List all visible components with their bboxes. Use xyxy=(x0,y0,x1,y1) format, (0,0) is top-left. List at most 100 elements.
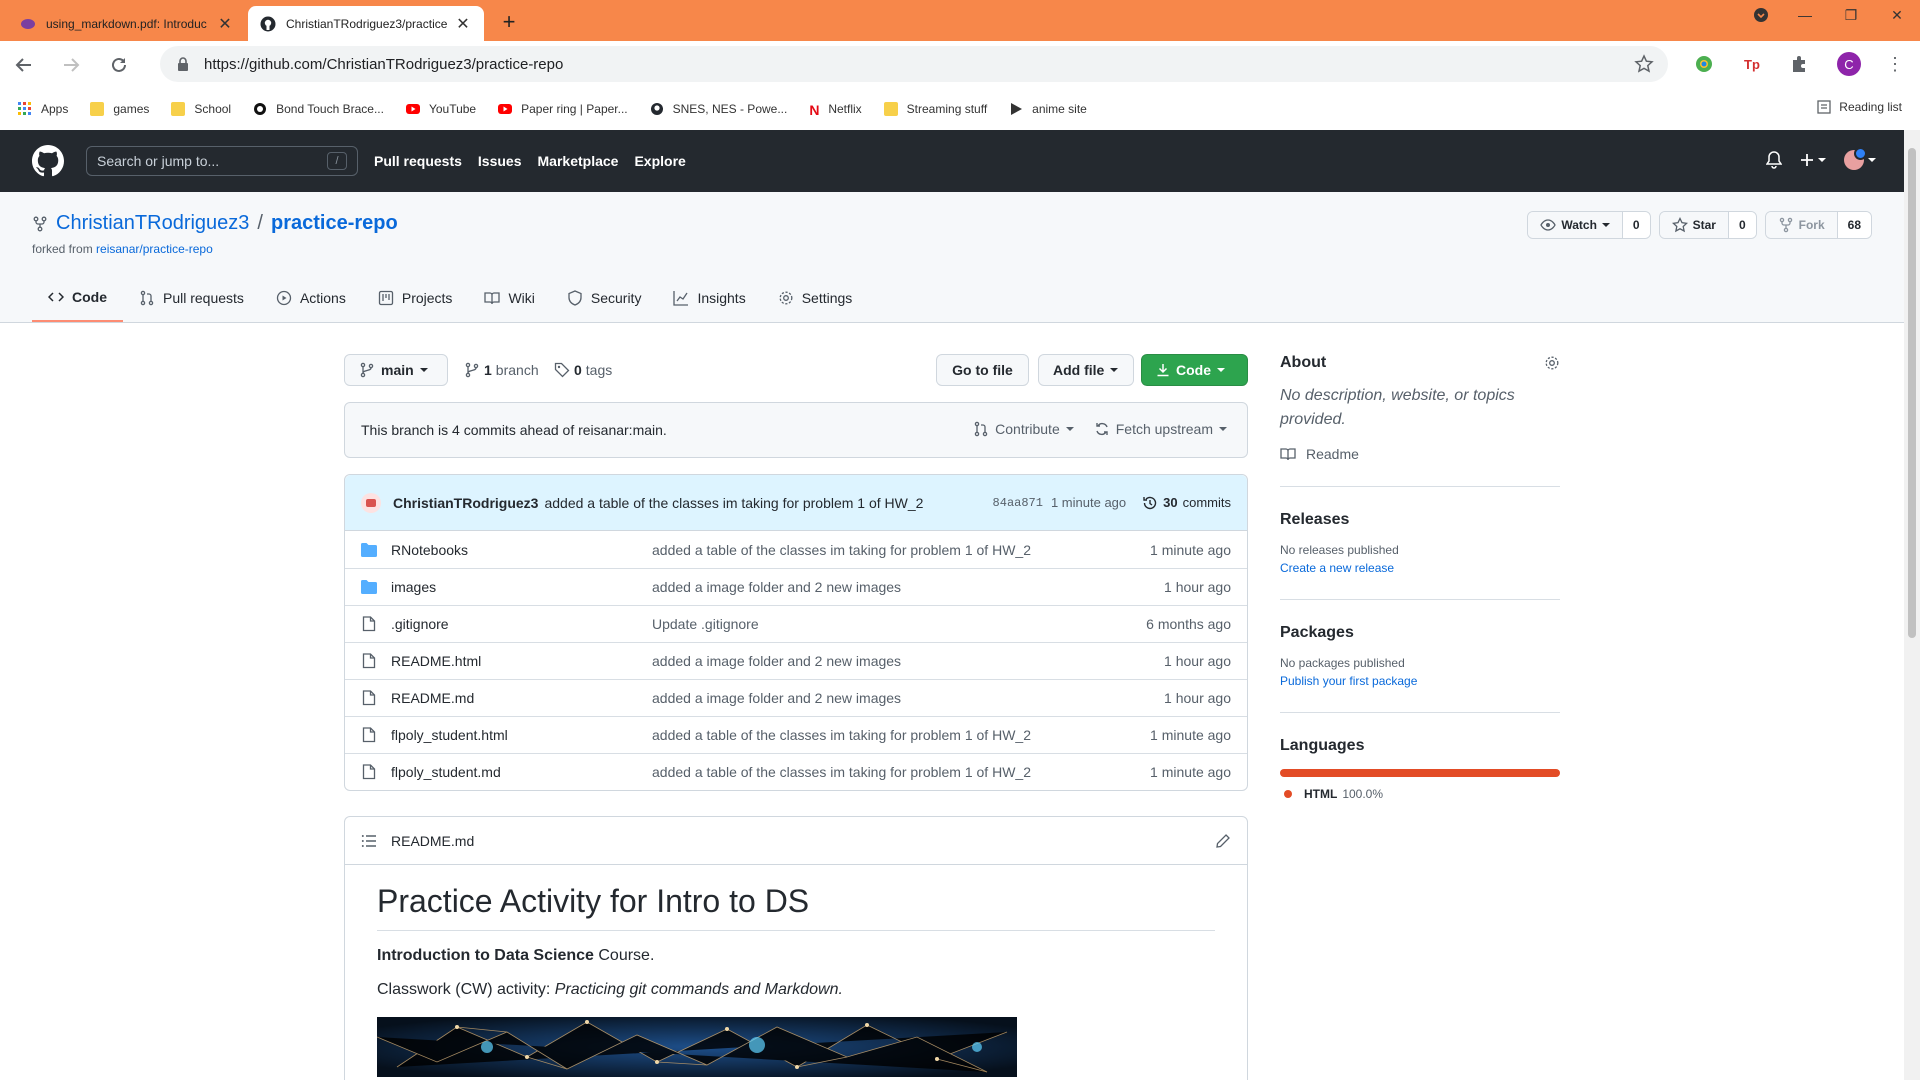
browser-tab-github[interactable]: ChristianTRodriguez3/practice ✕ xyxy=(248,6,484,41)
scrollbar-thumb[interactable] xyxy=(1908,148,1916,638)
go-to-file-button[interactable]: Go to file xyxy=(936,354,1029,386)
repo-name-link[interactable]: practice-repo xyxy=(271,212,398,235)
reading-list-button[interactable]: Reading list xyxy=(1817,100,1902,114)
tab-actions[interactable]: Actions xyxy=(260,274,362,322)
search-input[interactable]: Search or jump to... / xyxy=(86,146,358,176)
watch-count[interactable]: 0 xyxy=(1621,212,1650,238)
add-file-button[interactable]: Add file xyxy=(1038,354,1134,386)
table-row[interactable]: images added a image folder and 2 new im… xyxy=(345,568,1247,605)
file-name-link[interactable]: README.html xyxy=(391,653,652,669)
bookmark-paper-ring[interactable]: Paper ring | Paper... xyxy=(498,102,628,116)
watch-button[interactable]: Watch xyxy=(1528,212,1622,238)
fork-count[interactable]: 68 xyxy=(1836,212,1871,238)
bookmark-streaming[interactable]: Streaming stuff xyxy=(883,102,987,116)
bookmark-youtube[interactable]: YouTube xyxy=(405,102,476,116)
file-commit-message[interactable]: added a image folder and 2 new images xyxy=(652,653,1164,669)
bookmark-anime[interactable]: anime site xyxy=(1009,102,1087,116)
bookmark-apps[interactable]: Apps xyxy=(18,102,68,116)
table-row[interactable]: README.md added a image folder and 2 new… xyxy=(345,679,1247,716)
new-tab-button[interactable]: + xyxy=(496,9,522,35)
pencil-icon[interactable] xyxy=(1215,833,1231,849)
close-tab-icon[interactable]: ✕ xyxy=(216,15,234,33)
nav-pull-requests[interactable]: Pull requests xyxy=(374,153,462,169)
star-button[interactable]: Star xyxy=(1659,212,1728,238)
file-commit-message[interactable]: added a table of the classes im taking f… xyxy=(652,727,1150,743)
bell-icon[interactable] xyxy=(1766,151,1782,169)
fork-button[interactable]: Fork xyxy=(1765,212,1837,238)
file-name-link[interactable]: .gitignore xyxy=(391,616,652,632)
nav-issues[interactable]: Issues xyxy=(478,153,522,169)
gear-icon[interactable] xyxy=(1544,355,1560,371)
file-name-link[interactable]: flpoly_student.html xyxy=(391,727,652,743)
nav-explore[interactable]: Explore xyxy=(634,153,685,169)
bookmark-bond-touch[interactable]: Bond Touch Brace... xyxy=(253,102,384,116)
bookmark-star-icon[interactable] xyxy=(1634,54,1654,74)
releases-title[interactable]: Releases xyxy=(1280,511,1560,529)
branch-select-button[interactable]: main xyxy=(344,354,448,386)
table-row[interactable]: flpoly_student.md added a table of the c… xyxy=(345,753,1247,790)
nav-marketplace[interactable]: Marketplace xyxy=(538,153,619,169)
github-logo-icon[interactable] xyxy=(32,145,64,177)
tab-code[interactable]: Code xyxy=(32,274,123,322)
extension-tp-icon[interactable]: Tp xyxy=(1741,53,1763,75)
minimize-button[interactable]: — xyxy=(1782,0,1828,30)
commit-message-link[interactable]: added a table of the classes im taking f… xyxy=(544,495,923,511)
file-name-link[interactable]: RNotebooks xyxy=(391,542,652,558)
file-commit-message[interactable]: Update .gitignore xyxy=(652,616,1146,632)
table-row[interactable]: flpoly_student.html added a table of the… xyxy=(345,716,1247,753)
file-commit-message[interactable]: added a table of the classes im taking f… xyxy=(652,542,1150,558)
create-release-link[interactable]: Create a new release xyxy=(1280,561,1560,575)
page-scrollbar[interactable] xyxy=(1904,130,1920,1080)
bookmark-netflix[interactable]: N Netflix xyxy=(809,102,861,118)
tab-settings[interactable]: Settings xyxy=(762,274,869,322)
file-commit-message[interactable]: added a image folder and 2 new images xyxy=(652,579,1164,595)
browser-menu-icon[interactable]: ⋮ xyxy=(1884,53,1906,75)
extension-chrome-icon[interactable] xyxy=(1693,53,1715,75)
file-name-link[interactable]: images xyxy=(391,579,652,595)
packages-title[interactable]: Packages xyxy=(1280,624,1560,642)
code-download-button[interactable]: Code xyxy=(1141,354,1248,386)
create-new-dropdown[interactable] xyxy=(1800,153,1826,167)
close-window-button[interactable]: ✕ xyxy=(1874,0,1920,30)
repo-owner-link[interactable]: ChristianTRodriguez3 xyxy=(56,212,249,235)
tab-projects[interactable]: Projects xyxy=(362,274,469,322)
avatar[interactable] xyxy=(361,492,381,513)
reload-button[interactable] xyxy=(104,50,134,80)
tab-pull-requests[interactable]: Pull requests xyxy=(123,274,260,322)
list-unordered-icon[interactable] xyxy=(361,833,377,849)
contribute-dropdown[interactable]: Contribute xyxy=(973,421,1074,437)
tab-wiki[interactable]: Wiki xyxy=(468,274,550,322)
file-commit-message[interactable]: added a table of the classes im taking f… xyxy=(652,764,1150,780)
extensions-puzzle-icon[interactable] xyxy=(1789,53,1811,75)
file-commit-message[interactable]: added a image folder and 2 new images xyxy=(652,690,1164,706)
bookmark-school[interactable]: School xyxy=(171,102,231,116)
bookmark-games[interactable]: games xyxy=(90,102,149,116)
profile-avatar[interactable]: C xyxy=(1837,52,1861,76)
table-row[interactable]: README.html added a image folder and 2 n… xyxy=(345,642,1247,679)
forked-from-link[interactable]: reisanar/practice-repo xyxy=(96,242,213,256)
address-bar[interactable]: https://github.com/ChristianTRodriguez3/… xyxy=(160,46,1668,82)
tab-security[interactable]: Security xyxy=(551,274,658,322)
back-button[interactable] xyxy=(9,50,39,80)
bookmark-snes[interactable]: SNES, NES - Powe... xyxy=(650,102,787,116)
commit-author-link[interactable]: ChristianTRodriguez3 xyxy=(393,495,538,511)
branches-link[interactable]: 1 branch xyxy=(464,362,539,378)
commit-sha-link[interactable]: 84aa871 xyxy=(993,496,1043,510)
commits-history-link[interactable]: 30 commits xyxy=(1142,495,1231,511)
readme-link[interactable]: Readme xyxy=(1280,446,1560,462)
restore-button[interactable]: ❐ xyxy=(1828,0,1874,30)
table-row[interactable]: RNotebooks added a table of the classes … xyxy=(345,531,1247,568)
close-tab-icon[interactable]: ✕ xyxy=(454,15,472,33)
tags-link[interactable]: 0 tags xyxy=(554,362,612,378)
file-name-link[interactable]: README.md xyxy=(391,690,652,706)
forward-button[interactable] xyxy=(56,50,86,80)
language-item[interactable]: HTML 100.0% xyxy=(1284,787,1560,801)
file-name-link[interactable]: flpoly_student.md xyxy=(391,764,652,780)
tab-search-icon[interactable] xyxy=(1738,0,1784,30)
publish-package-link[interactable]: Publish your first package xyxy=(1280,674,1560,688)
user-menu-dropdown[interactable] xyxy=(1844,147,1876,170)
browser-tab-pdf[interactable]: using_markdown.pdf: Introduc ✕ xyxy=(8,6,246,41)
tab-insights[interactable]: Insights xyxy=(657,274,761,322)
table-row[interactable]: .gitignore Update .gitignore 6 months ag… xyxy=(345,605,1247,642)
star-count[interactable]: 0 xyxy=(1727,212,1756,238)
